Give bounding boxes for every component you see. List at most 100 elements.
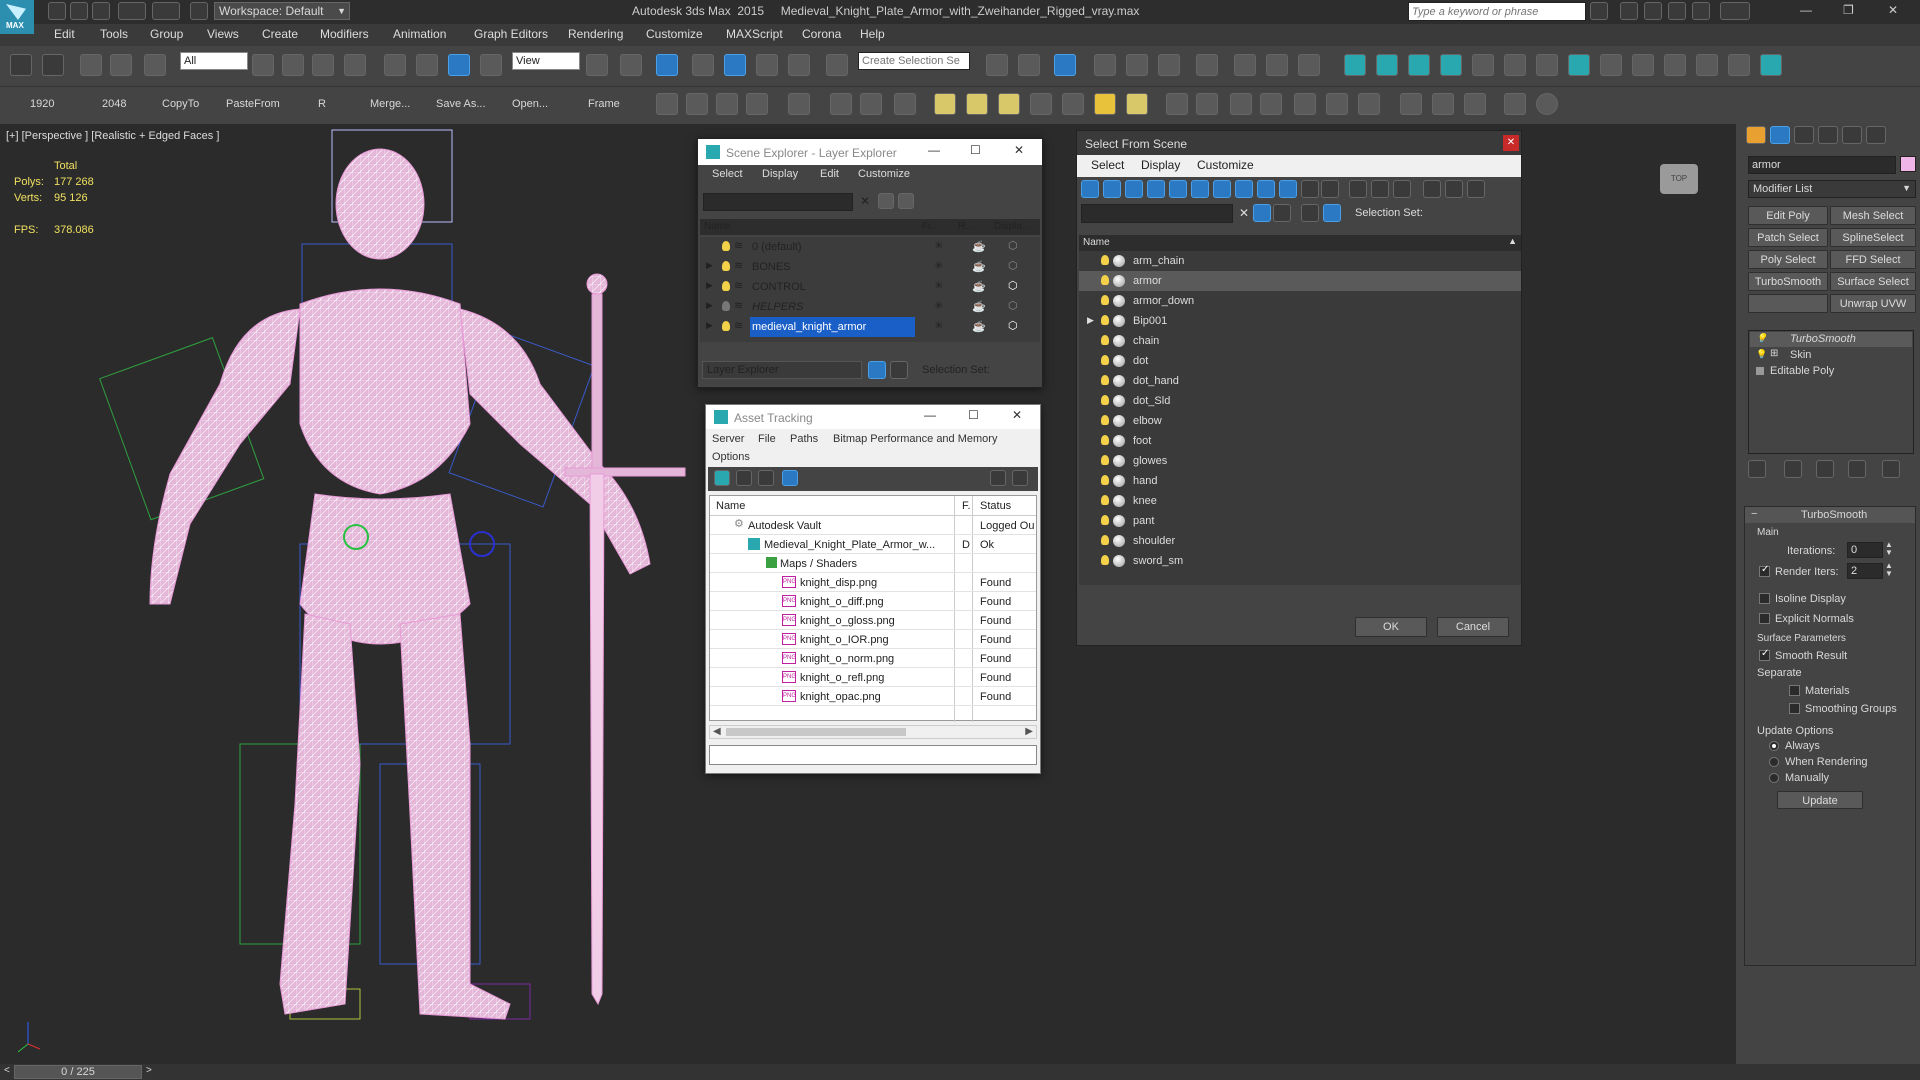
plane-icon[interactable] [934, 93, 956, 115]
expand-arrow-icon[interactable]: ▶ [1087, 315, 1094, 326]
sfs-menu-select[interactable]: Select [1091, 158, 1124, 172]
menu-corona[interactable]: Corona [802, 27, 841, 41]
asset-row[interactable]: PNG knight_o_norm.png Found [710, 649, 1036, 668]
ies-light-icon[interactable] [1030, 93, 1052, 115]
window-crossing-icon[interactable] [344, 54, 366, 76]
sfs-layers-icon[interactable] [1301, 204, 1319, 222]
se-col-frozen[interactable]: Fr... [922, 221, 939, 232]
expand-arrow-icon[interactable]: ▶ [706, 320, 713, 331]
binoculars-icon[interactable] [1590, 2, 1608, 20]
asset-tracking-titlebar[interactable]: Asset Tracking — ☐ ✕ [706, 405, 1040, 429]
filter-xrefs-icon[interactable] [1235, 180, 1253, 198]
lightbulb-icon[interactable] [1101, 435, 1109, 445]
stack-item[interactable]: Editable Poly [1750, 364, 1912, 379]
frame-buffer-icon[interactable] [1568, 54, 1590, 76]
new-file-icon[interactable] [48, 2, 66, 20]
asset-row[interactable]: PNG knight_o_diff.png Found [710, 592, 1036, 611]
sfs-search-input[interactable] [1081, 204, 1233, 223]
menu-views[interactable]: Views [207, 27, 239, 41]
workspace-dropdown[interactable]: Workspace: Default ▼ [214, 2, 350, 20]
render-teapot-icon[interactable]: ☕ [972, 240, 986, 253]
expand-arrow-icon[interactable]: ▶ [706, 300, 713, 311]
minimize-icon[interactable]: — [928, 143, 940, 157]
sfs-object-row[interactable]: armor_down [1079, 291, 1521, 311]
keyboard-shortcut-override-icon[interactable] [656, 54, 678, 76]
key-icon[interactable] [1620, 2, 1638, 20]
se-menu-display[interactable]: Display [762, 168, 798, 180]
stack-item[interactable]: 💡 ⊞ Skin [1750, 348, 1912, 363]
grid-layout-icon[interactable] [746, 93, 768, 115]
sfs-object-row[interactable]: dot_hand [1079, 371, 1521, 391]
display-all-icon[interactable] [1349, 180, 1367, 198]
sun-light-icon[interactable] [1094, 93, 1116, 115]
find-case-icon[interactable] [1253, 204, 1271, 222]
perspective-viewport[interactable]: [+] [Perspective ] [Realistic + Edged Fa… [0, 124, 1736, 1064]
merge-button[interactable]: Merge... [370, 98, 410, 110]
find-options-icon[interactable] [1273, 204, 1291, 222]
sfs-object-row[interactable]: hand [1079, 471, 1521, 491]
se-layer-row[interactable]: ▶ ≋ BONES ✳ ☕ ⬡ [700, 257, 1040, 277]
time-slider[interactable]: < 0 / 225 > [0, 1064, 1920, 1080]
sfs-object-row[interactable]: shoulder [1079, 531, 1521, 551]
lightbulb-icon[interactable] [1760, 54, 1782, 76]
sfs-object-row[interactable]: pant [1079, 511, 1521, 531]
lightbulb-icon[interactable] [1101, 395, 1109, 405]
material-editor-icon[interactable] [1234, 54, 1256, 76]
render-iters-spinner[interactable] [1847, 563, 1883, 579]
at-menu-paths[interactable]: Paths [790, 433, 818, 445]
freeze-icon[interactable]: ✳ [934, 259, 943, 272]
move-icon[interactable] [384, 54, 406, 76]
scene-explorer-window[interactable]: Scene Explorer - Layer Explorer — ☐ ✕ Se… [697, 138, 1043, 388]
se-menu-select[interactable]: Select [712, 168, 743, 180]
next-frame-icon[interactable]: > [146, 1065, 152, 1076]
cluster-icon[interactable] [894, 93, 916, 115]
se-layers-icon[interactable] [898, 193, 914, 209]
menu-help[interactable]: Help [860, 27, 885, 41]
curve-editor-icon[interactable] [1158, 54, 1180, 76]
menu-edit[interactable]: Edit [54, 27, 75, 41]
configure-sets-icon[interactable] [1882, 460, 1900, 478]
maximize-icon[interactable]: ☐ [968, 408, 979, 422]
display-none-icon[interactable] [1371, 180, 1389, 198]
schematic-view-icon[interactable] [1196, 54, 1218, 76]
asset-row[interactable]: PNG knight_opac.png Found [710, 687, 1036, 706]
freeze-icon[interactable]: ✳ [934, 319, 943, 332]
light-icon[interactable] [1344, 54, 1366, 76]
help-icon[interactable] [990, 470, 1006, 486]
render-frame-icon[interactable] [686, 93, 708, 115]
update-button[interactable]: Update [1777, 791, 1863, 809]
restore-icon[interactable]: ❐ [1843, 3, 1854, 17]
help-icon[interactable] [1720, 2, 1750, 20]
mirror-icon[interactable] [986, 54, 1008, 76]
explorer-type-dropdown[interactable]: Layer Explorer [702, 361, 862, 379]
edit-named-selection-icon[interactable] [826, 54, 848, 76]
edit-poly-button[interactable]: Edit Poly [1748, 206, 1828, 225]
turbosmooth-rollout-header[interactable]: − TurboSmooth [1745, 507, 1915, 523]
make-unique-icon[interactable] [1816, 460, 1834, 478]
minimize-icon[interactable]: — [1800, 3, 1812, 17]
pastefrom-button[interactable]: PasteFrom [226, 98, 280, 110]
hair-brush-icon[interactable] [1326, 93, 1348, 115]
lightbulb-icon[interactable]: 💡 [1756, 333, 1767, 344]
project-folder-icon[interactable] [190, 2, 208, 20]
time-slider-thumb[interactable]: 0 / 225 [14, 1065, 142, 1079]
blank-modifier-button[interactable] [1748, 294, 1828, 313]
book-icon[interactable] [1472, 54, 1494, 76]
freeze-icon[interactable]: ✳ [934, 279, 943, 292]
se-layer-row[interactable]: ≋ 0 (default) ✳ ☕ ⬡ [700, 237, 1040, 257]
lightbulb-icon[interactable] [1101, 515, 1109, 525]
redo-icon[interactable] [152, 2, 180, 20]
settings-icon[interactable] [1012, 470, 1028, 486]
collapse-icon[interactable]: − [1751, 508, 1757, 520]
menu-customize[interactable]: Customize [646, 27, 703, 41]
plant-icon[interactable] [1440, 54, 1462, 76]
hierarchy-tab-icon[interactable] [1794, 126, 1814, 144]
se-col-render[interactable]: R... [958, 221, 974, 232]
sun-icon[interactable] [1376, 54, 1398, 76]
utilities-tab-icon[interactable] [1866, 126, 1886, 144]
when-rendering-radio[interactable] [1769, 757, 1779, 767]
se-col-name[interactable]: Name [704, 221, 731, 232]
expand-arrow-icon[interactable]: ▶ [706, 280, 713, 291]
scale-icon[interactable] [448, 54, 470, 76]
pivot-center-icon[interactable] [586, 54, 608, 76]
